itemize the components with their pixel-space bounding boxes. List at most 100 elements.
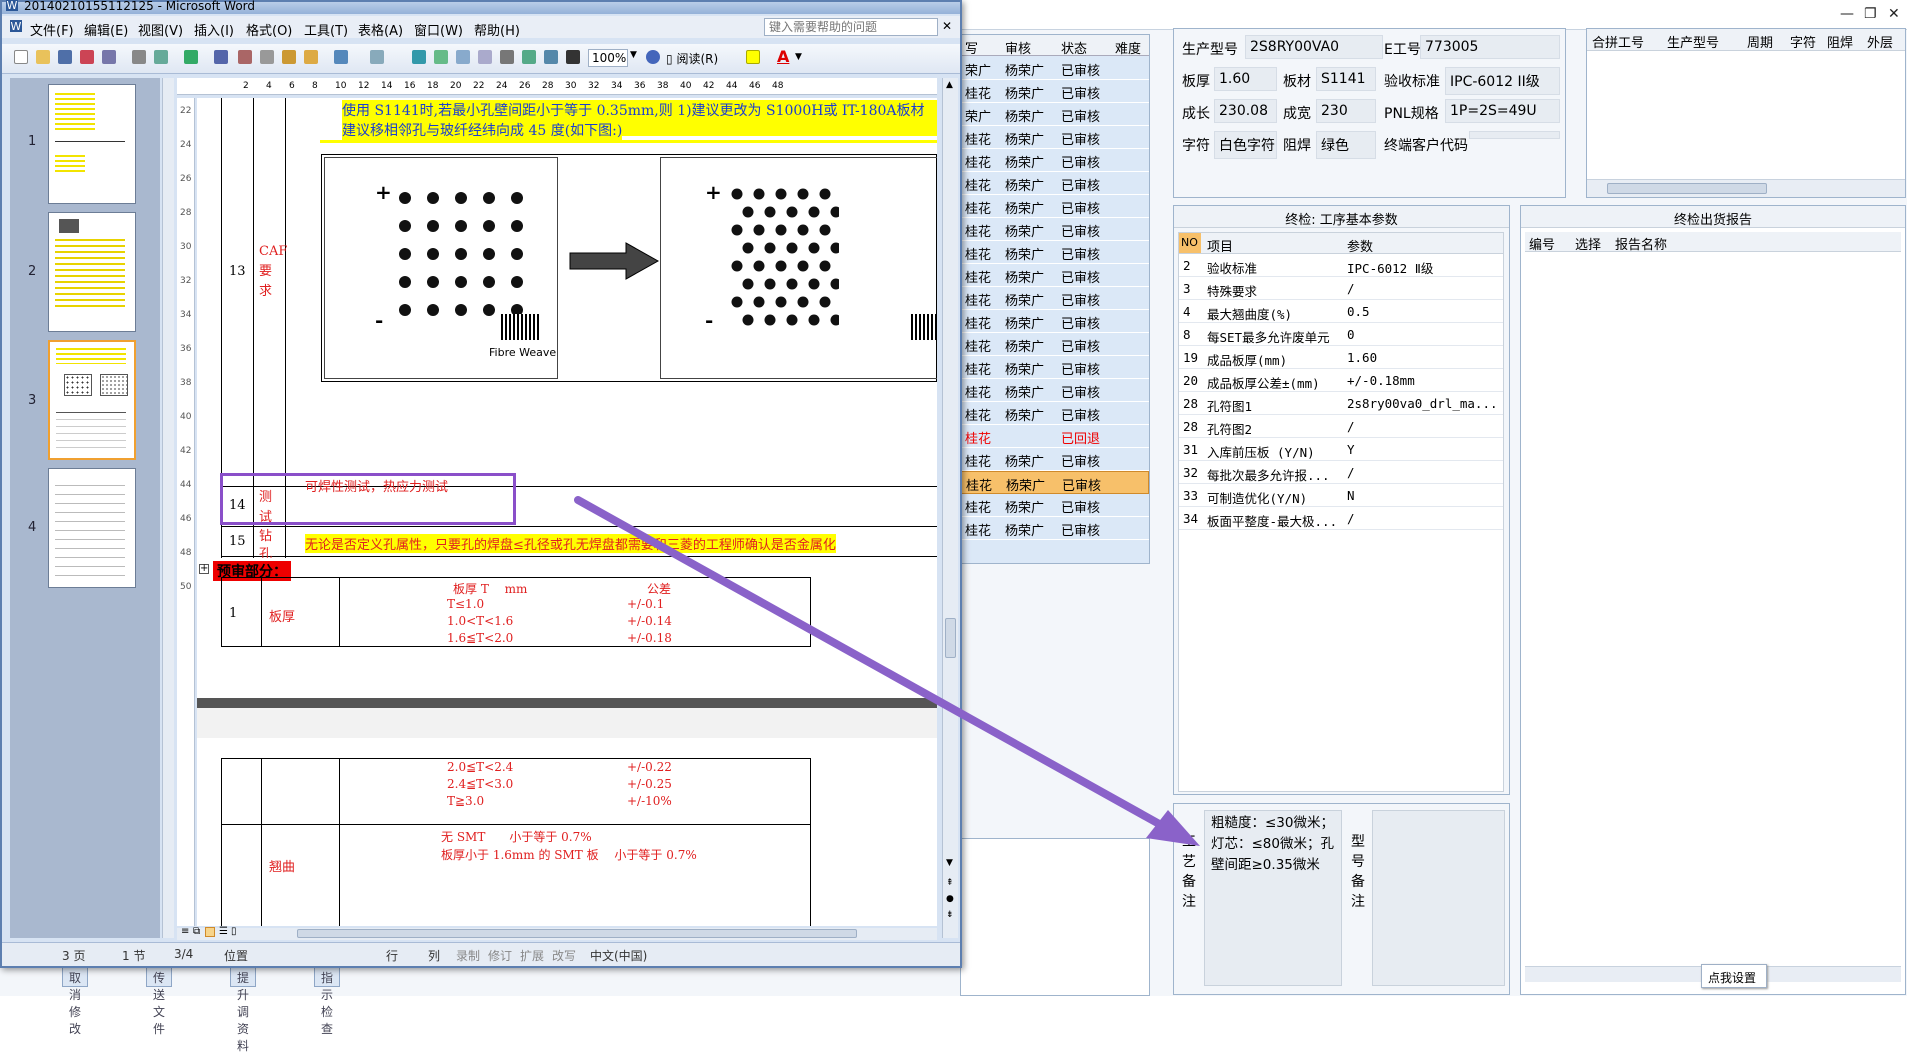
- check-instruction-button[interactable]: 指示检查: [314, 965, 341, 1036]
- read-mode-button[interactable]: ▯ 阅读(R): [666, 50, 718, 67]
- col-header-item[interactable]: 项目: [1207, 236, 1233, 255]
- col-header-model[interactable]: 生产型号: [1667, 32, 1719, 51]
- status-overtype[interactable]: 改写: [552, 947, 576, 964]
- vertical-ruler[interactable]: 22 24 26 28 30 32 34 36 38 40 42 44 46 48 50: [177, 98, 195, 926]
- page-thumbnail-3[interactable]: [48, 340, 136, 460]
- insert-excel-icon[interactable]: [478, 50, 492, 64]
- scroll-thumb[interactable]: [945, 618, 956, 658]
- col-header-param[interactable]: 参数: [1347, 236, 1373, 255]
- normal-view-icon[interactable]: ≡: [181, 926, 189, 937]
- redo-icon[interactable]: [370, 50, 384, 64]
- minimize-icon[interactable]: —: [1840, 6, 1854, 22]
- merge-grid-hscrollbar[interactable]: [1587, 179, 1905, 197]
- document-map-icon[interactable]: [544, 50, 558, 64]
- outline-view-icon[interactable]: ☰: [219, 926, 228, 937]
- status-row[interactable]: 桂花 杨荣广 已审核: [961, 264, 1149, 287]
- status-record[interactable]: 录制: [456, 947, 480, 964]
- scroll-thumb[interactable]: [1607, 183, 1767, 194]
- status-row[interactable]: 桂花 杨荣广 已审核: [961, 333, 1149, 356]
- status-row[interactable]: 桂花 杨荣广 已审核: [961, 310, 1149, 333]
- craft-note-text[interactable]: 粗糙度：≤30微米；灯芯：≤80微米；孔壁间距≥0.35微米: [1204, 810, 1342, 986]
- menu-file[interactable]: 文件(F): [30, 20, 74, 39]
- menu-view[interactable]: 视图(V): [138, 20, 183, 39]
- table-move-handle-icon[interactable]: +: [199, 564, 209, 574]
- hyperlink-icon[interactable]: [412, 50, 426, 64]
- document-vscrollbar[interactable]: ▲ ▼ ⇞ ● ⇟: [942, 78, 958, 938]
- status-row[interactable]: 桂花 杨荣广 已审核: [961, 195, 1149, 218]
- hscroll-thumb[interactable]: [297, 929, 857, 938]
- col-header-select[interactable]: 选择: [1575, 234, 1601, 253]
- cancel-edit-button[interactable]: 取消修改: [62, 965, 89, 1036]
- columns-icon[interactable]: [500, 50, 514, 64]
- status-extend[interactable]: 扩展: [520, 947, 544, 964]
- status-row[interactable]: 桂花 杨荣广 已审核: [961, 448, 1149, 471]
- status-row[interactable]: 桂花 已回退: [961, 425, 1149, 448]
- status-row[interactable]: 桂花 杨荣广 已审核: [961, 379, 1149, 402]
- permission-icon[interactable]: [80, 50, 94, 64]
- font-color-icon[interactable]: A: [777, 47, 789, 66]
- param-row[interactable]: 20 成品板厚公差±(mm) +/-0.18mm: [1179, 369, 1503, 392]
- status-row[interactable]: 桂花 杨荣广 已审核: [961, 494, 1149, 517]
- status-row[interactable]: 桂花 杨荣广 已审核: [961, 218, 1149, 241]
- col-header-difficulty[interactable]: 难度: [1115, 38, 1141, 57]
- status-row[interactable]: 桂花 杨荣广 已审核: [961, 149, 1149, 172]
- param-row[interactable]: 19 成品板厚(mm) 1.60: [1179, 346, 1503, 369]
- upgrade-data-button[interactable]: 提升调资料: [230, 965, 257, 1053]
- col-header-reviewer[interactable]: 审核: [1005, 38, 1031, 57]
- spelling-icon[interactable]: [184, 50, 198, 64]
- param-row[interactable]: 34 板面平整度-最大极... /: [1179, 507, 1503, 530]
- status-row[interactable]: 桂花 杨荣广 已审核: [961, 402, 1149, 425]
- col-header-report-no[interactable]: 编号: [1529, 234, 1555, 253]
- param-row[interactable]: 31 入库前压板 (Y/N) Y: [1179, 438, 1503, 461]
- send-file-button[interactable]: 传送文件: [146, 965, 173, 1036]
- col-header-status[interactable]: 状态: [1061, 38, 1087, 57]
- document-page[interactable]: 使用 S1141时,若最小孔壁间距小于等于 0.35mm,则 1)建议更改为 S…: [197, 98, 937, 926]
- print-icon[interactable]: [132, 50, 146, 64]
- status-revision[interactable]: 修订: [488, 947, 512, 964]
- page-thumbnail-4[interactable]: [48, 468, 136, 588]
- close-icon[interactable]: ✕: [1888, 6, 1900, 22]
- status-row[interactable]: 荣广 杨荣广 已审核: [961, 57, 1149, 80]
- param-row[interactable]: 4 最大翘曲度(%) 0.5: [1179, 300, 1503, 323]
- tables-borders-icon[interactable]: [434, 50, 448, 64]
- status-row[interactable]: 桂花 杨荣广 已审核: [961, 356, 1149, 379]
- web-view-icon[interactable]: ⧉: [193, 926, 200, 937]
- zoom-select[interactable]: 100%: [588, 49, 628, 67]
- status-row[interactable]: 桂花 杨荣广 已审核: [961, 172, 1149, 195]
- scroll-down-icon[interactable]: ▼: [946, 858, 953, 868]
- menu-format[interactable]: 格式(O): [246, 20, 292, 39]
- document-hscrollbar[interactable]: ≡ ⧉ ☰ ▯: [177, 926, 937, 940]
- reading-view-icon[interactable]: ▯: [231, 926, 237, 937]
- col-header-mask[interactable]: 阻焊: [1827, 32, 1853, 51]
- param-row[interactable]: 28 孔符图2 /: [1179, 415, 1503, 438]
- menu-window[interactable]: 窗口(W): [414, 20, 463, 39]
- print-preview-icon[interactable]: [154, 50, 168, 64]
- status-row[interactable]: 桂花 杨荣广 已审核: [961, 80, 1149, 103]
- col-header-report-name[interactable]: 报告名称: [1615, 234, 1667, 253]
- param-row[interactable]: 33 可制造优化(Y/N) N: [1179, 484, 1503, 507]
- copy-icon[interactable]: [260, 50, 274, 64]
- status-row[interactable]: 桂花 杨荣广 已审核: [961, 241, 1149, 264]
- menu-insert[interactable]: 插入(I): [194, 20, 234, 39]
- col-header-outer[interactable]: 外层: [1867, 32, 1893, 51]
- save-icon[interactable]: [58, 50, 72, 64]
- next-page-icon[interactable]: ⇟: [946, 910, 954, 920]
- param-row[interactable]: 28 孔符图1 2s8ry00va0_drl_ma...: [1179, 392, 1503, 415]
- close-doc-icon[interactable]: ✕: [942, 19, 952, 33]
- new-doc-icon[interactable]: [14, 50, 28, 64]
- thumbnail-scrollbar[interactable]: [162, 78, 174, 938]
- horizontal-ruler[interactable]: 2 4 6 8 10 12 14 16 18 20 22 24 26 28 30 32 34 36 38 40 42 44…: [177, 78, 937, 95]
- status-row[interactable]: 荣广 杨荣广 已审核: [961, 103, 1149, 126]
- status-row[interactable]: 桂花 杨荣广 已审核: [961, 287, 1149, 310]
- cut-icon[interactable]: [238, 50, 252, 64]
- undo-icon[interactable]: [334, 50, 348, 64]
- email-icon[interactable]: [102, 50, 116, 64]
- browse-object-icon[interactable]: ●: [946, 894, 954, 904]
- col-header-char[interactable]: 字符: [1790, 32, 1816, 51]
- menu-edit[interactable]: 编辑(E): [84, 20, 128, 39]
- page-thumbnail-2[interactable]: [48, 212, 136, 332]
- show-hide-icon[interactable]: [566, 50, 580, 64]
- help-icon[interactable]: [646, 50, 660, 64]
- font-color-dropdown-icon[interactable]: ▼: [795, 52, 802, 62]
- menu-help[interactable]: 帮助(H): [474, 20, 520, 39]
